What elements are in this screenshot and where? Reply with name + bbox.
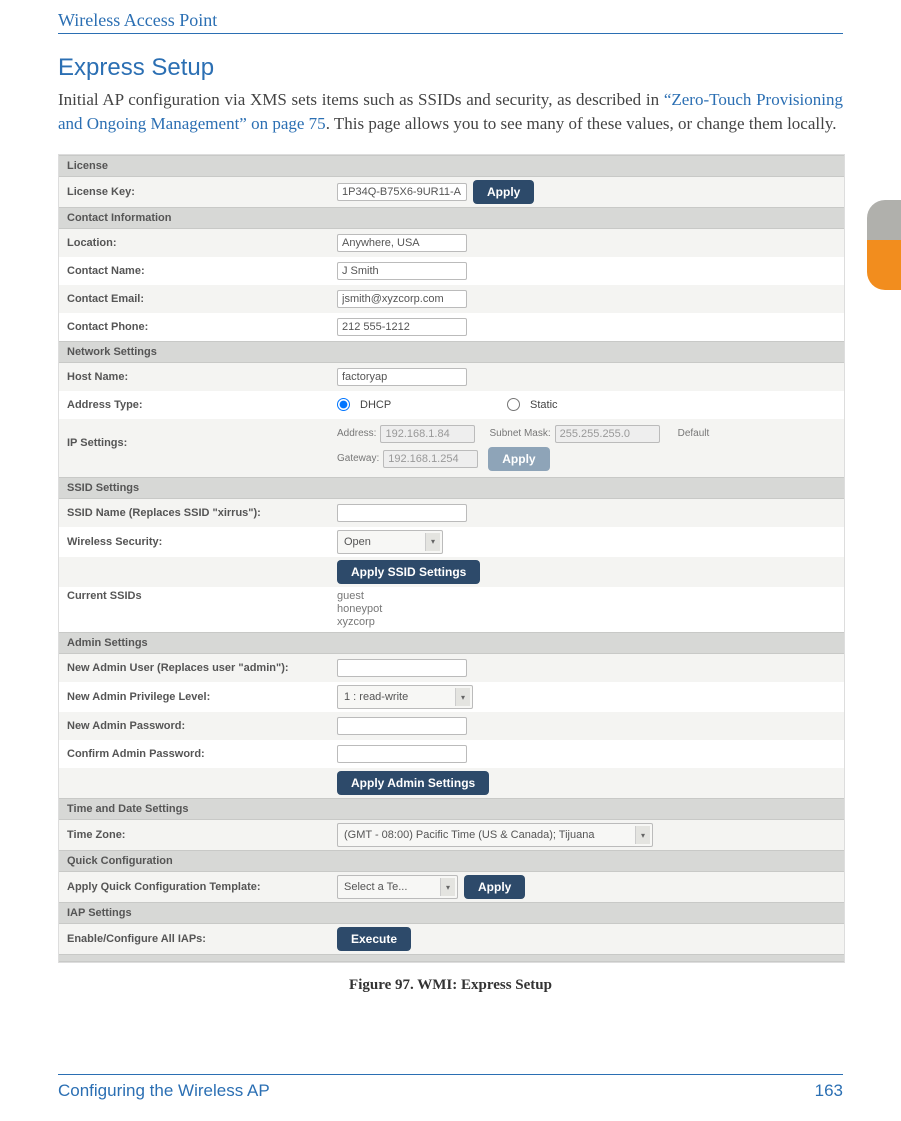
location-input[interactable] — [337, 234, 467, 252]
ssid-name-input[interactable] — [337, 504, 467, 522]
quick-apply-button[interactable]: Apply — [464, 875, 525, 899]
execute-button[interactable]: Execute — [337, 927, 411, 951]
admin-priv-select[interactable]: 1 : read-write ▾ — [337, 685, 473, 709]
ssid-section-head: SSID Settings — [59, 477, 844, 499]
dhcp-radio[interactable] — [337, 398, 350, 411]
ssid-list-item: honeypot — [337, 603, 382, 616]
host-name-label: Host Name: — [67, 371, 337, 383]
express-setup-panel: License License Key: Apply Contact Infor… — [58, 154, 845, 964]
page-footer: Configuring the Wireless AP 163 — [58, 1074, 843, 1101]
confirm-password-input[interactable] — [337, 745, 467, 763]
address-type-label: Address Type: — [67, 399, 337, 411]
chevron-down-icon: ▾ — [455, 688, 470, 706]
contact-name-input[interactable] — [337, 262, 467, 280]
page-title: Express Setup — [58, 54, 843, 82]
time-zone-label: Time Zone: — [67, 829, 337, 841]
quick-template-label: Apply Quick Configuration Template: — [67, 881, 337, 893]
contact-name-label: Contact Name: — [67, 265, 337, 277]
iap-label: Enable/Configure All IAPs: — [67, 933, 337, 945]
time-zone-value: (GMT - 08:00) Pacific Time (US & Canada)… — [344, 829, 594, 841]
page-number: 163 — [815, 1081, 843, 1101]
figure-97: License License Key: Apply Contact Infor… — [58, 154, 843, 995]
chevron-down-icon: ▾ — [440, 878, 455, 896]
contact-phone-input[interactable] — [337, 318, 467, 336]
chevron-down-icon: ▾ — [425, 533, 440, 551]
location-label: Location: — [67, 237, 337, 249]
quick-template-value: Select a Te... — [344, 881, 407, 893]
new-admin-user-input[interactable] — [337, 659, 467, 677]
ip-apply-button: Apply — [488, 447, 549, 471]
current-ssids-label: Current SSIDs — [67, 590, 337, 602]
admin-password-input[interactable] — [337, 717, 467, 735]
intro-paragraph: Initial AP configuration via XMS sets it… — [58, 88, 843, 136]
contact-email-input[interactable] — [337, 290, 467, 308]
ssid-name-label: SSID Name (Replaces SSID "xirrus"): — [67, 507, 337, 519]
subnet-mask-sub-label: Subnet Mask: — [489, 428, 550, 439]
admin-priv-value: 1 : read-write — [344, 691, 408, 703]
apply-ssid-button[interactable]: Apply SSID Settings — [337, 560, 480, 584]
admin-priv-label: New Admin Privilege Level: — [67, 691, 337, 703]
host-name-input[interactable] — [337, 368, 467, 386]
running-header: Wireless Access Point — [58, 10, 843, 34]
contact-section-head: Contact Information — [59, 207, 844, 229]
static-radio[interactable] — [507, 398, 520, 411]
intro-text-2: . This page allows you to see many of th… — [326, 114, 837, 133]
gateway-input — [383, 450, 478, 468]
intro-text-1: Initial AP configuration via XMS sets it… — [58, 90, 664, 109]
wireless-security-select[interactable]: Open ▾ — [337, 530, 443, 554]
confirm-password-label: Confirm Admin Password: — [67, 748, 337, 760]
admin-section-head: Admin Settings — [59, 632, 844, 654]
wireless-security-label: Wireless Security: — [67, 536, 337, 548]
new-admin-user-label: New Admin User (Replaces user "admin"): — [67, 662, 337, 674]
time-section-head: Time and Date Settings — [59, 798, 844, 820]
default-label: Default — [678, 428, 710, 439]
ip-settings-label: IP Settings: — [67, 425, 337, 449]
network-section-head: Network Settings — [59, 341, 844, 363]
quick-config-section-head: Quick Configuration — [59, 850, 844, 872]
contact-email-label: Contact Email: — [67, 293, 337, 305]
license-section-head: License — [59, 155, 844, 177]
wireless-security-value: Open — [344, 536, 371, 548]
gateway-sub-label: Gateway: — [337, 453, 379, 464]
apply-admin-button[interactable]: Apply Admin Settings — [337, 771, 489, 795]
footer-section-title: Configuring the Wireless AP — [58, 1081, 270, 1101]
contact-phone-label: Contact Phone: — [67, 321, 337, 333]
ssid-list-item: xyzcorp — [337, 616, 382, 629]
quick-template-select[interactable]: Select a Te... ▾ — [337, 875, 458, 899]
page-tab-decoration — [867, 200, 901, 290]
time-zone-select[interactable]: (GMT - 08:00) Pacific Time (US & Canada)… — [337, 823, 653, 847]
license-key-label: License Key: — [67, 186, 337, 198]
admin-password-label: New Admin Password: — [67, 720, 337, 732]
static-radio-label: Static — [530, 399, 558, 411]
figure-caption: Figure 97. WMI: Express Setup — [58, 977, 843, 994]
chevron-down-icon: ▾ — [635, 826, 650, 844]
license-key-input[interactable] — [337, 183, 467, 201]
current-ssids-list: guest honeypot xyzcorp — [337, 590, 382, 630]
dhcp-radio-label: DHCP — [360, 399, 391, 411]
ssid-list-item: guest — [337, 590, 382, 603]
subnet-mask-input — [555, 425, 660, 443]
license-apply-button[interactable]: Apply — [473, 180, 534, 204]
ip-address-input — [380, 425, 475, 443]
iap-section-head: IAP Settings — [59, 902, 844, 924]
address-sub-label: Address: — [337, 428, 376, 439]
